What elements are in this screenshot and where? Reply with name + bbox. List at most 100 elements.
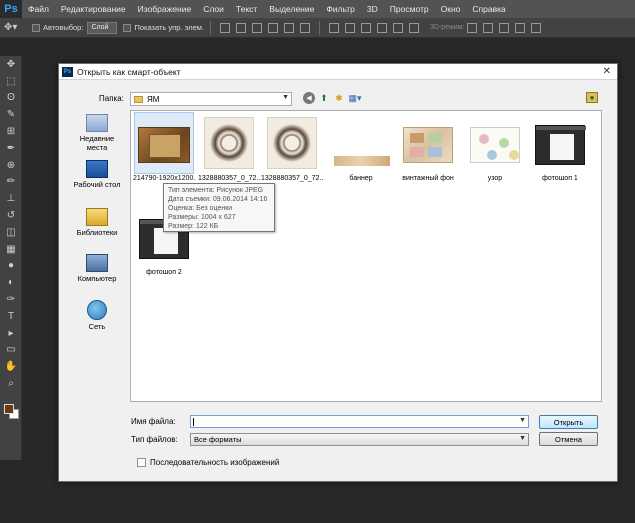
zoom-tool-icon[interactable]: ⌕: [0, 375, 22, 392]
menu-layers[interactable]: Слои: [197, 0, 230, 18]
filename-input[interactable]: ▼: [190, 415, 529, 428]
file-thumbnail: [200, 113, 258, 173]
shape-tool-icon[interactable]: ▭: [0, 342, 22, 359]
crop-tool-icon[interactable]: ⊞: [0, 123, 22, 140]
place-label: Библиотеки: [76, 228, 118, 237]
place-libraries[interactable]: Библиотеки: [67, 208, 127, 237]
place-desktop[interactable]: Рабочий стол: [67, 160, 127, 189]
auto-select-label: Автовыбор:: [43, 23, 84, 32]
place-label: Недавние: [79, 134, 115, 143]
menu-file[interactable]: Файл: [22, 0, 55, 18]
text-caret: [193, 418, 194, 426]
healing-tool-icon[interactable]: ⊕: [0, 157, 22, 174]
distribute-center-icon[interactable]: [393, 22, 404, 33]
type-tool-icon[interactable]: T: [0, 308, 22, 325]
menu-window[interactable]: Окно: [435, 0, 467, 18]
auto-select-checkbox[interactable]: [32, 23, 40, 32]
stamp-tool-icon[interactable]: ⊥: [0, 190, 22, 207]
foreground-color-swatch[interactable]: [4, 404, 14, 414]
3d-roll-icon[interactable]: [483, 22, 494, 33]
brush-tool-icon[interactable]: ✏: [0, 174, 22, 191]
chevron-down-icon[interactable]: ▼: [519, 417, 526, 424]
show-controls-label: Показать упр. элем.: [134, 23, 205, 32]
path-select-tool-icon[interactable]: ▸: [0, 325, 22, 342]
menu-type[interactable]: Текст: [230, 0, 263, 18]
file-name: 214790-1920x1200...: [133, 175, 195, 182]
quick-select-tool-icon[interactable]: ✎: [0, 106, 22, 123]
gradient-tool-icon[interactable]: ▦: [0, 241, 22, 258]
3d-scale-icon[interactable]: [531, 22, 542, 33]
camera-raw-icon[interactable]: ●: [586, 92, 598, 103]
3d-rotate-icon[interactable]: [467, 22, 478, 33]
marquee-tool-icon[interactable]: ⬚: [0, 73, 22, 90]
eyedropper-tool-icon[interactable]: ✒: [0, 140, 22, 157]
folder-icon: [134, 95, 143, 103]
place-label: места: [86, 143, 108, 152]
view-menu-icon[interactable]: ▦▾: [348, 92, 361, 104]
open-smart-object-dialog: Ps Открыть как смарт-объект ✕ Папка: ЯМ …: [58, 63, 618, 482]
align-bottom-icon[interactable]: [252, 22, 263, 33]
align-top-icon[interactable]: [220, 22, 231, 33]
pen-tool-icon[interactable]: ✑: [0, 291, 22, 308]
3d-pan-icon[interactable]: [499, 22, 510, 33]
file-item[interactable]: баннер: [330, 113, 392, 183]
menu-select[interactable]: Выделение: [263, 0, 320, 18]
close-icon[interactable]: ✕: [603, 66, 611, 77]
history-brush-tool-icon[interactable]: ↺: [0, 207, 22, 224]
divider: [210, 20, 212, 35]
place-network[interactable]: Сеть: [67, 300, 127, 331]
align-center-icon[interactable]: [284, 22, 295, 33]
file-item[interactable]: 1328880357_0_72...: [198, 113, 260, 183]
open-button[interactable]: Открыть: [539, 415, 598, 429]
file-list[interactable]: 214790-1920x1200... 1328880357_0_72... 1…: [130, 110, 602, 402]
up-folder-icon[interactable]: ⬆: [318, 92, 330, 104]
place-recent[interactable]: Недавние места: [67, 114, 127, 152]
distribute-middle-icon[interactable]: [345, 22, 356, 33]
new-folder-icon[interactable]: ✱: [333, 92, 345, 104]
tooltip-size: Размер: 122 КБ: [168, 223, 219, 230]
filetype-dropdown[interactable]: Все форматы ▼: [190, 433, 529, 446]
menu-view[interactable]: Просмотр: [384, 0, 435, 18]
move-tool-icon[interactable]: ✥: [0, 56, 22, 73]
file-item[interactable]: винтажный фон: [397, 113, 459, 183]
distribute-top-icon[interactable]: [329, 22, 340, 33]
menu-3d[interactable]: 3D: [361, 0, 384, 18]
file-item[interactable]: 1328880357_0_72...: [261, 113, 323, 183]
tooltip-rating: Оценка: Без оценки: [168, 205, 233, 212]
chevron-down-icon[interactable]: ▼: [282, 94, 289, 101]
dodge-tool-icon[interactable]: ◐: [0, 274, 22, 291]
tooltip-type: Тип элемента: Рисунок JPEG: [168, 187, 264, 194]
back-icon[interactable]: ◀: [303, 92, 315, 104]
distribute-bottom-icon[interactable]: [361, 22, 372, 33]
align-middle-icon[interactable]: [236, 22, 247, 33]
menu-filter[interactable]: Фильтр: [320, 0, 361, 18]
menu-edit[interactable]: Редактирование: [55, 0, 132, 18]
blur-tool-icon[interactable]: ●: [0, 258, 22, 275]
auto-select-dropdown[interactable]: Слой: [87, 21, 118, 34]
hand-tool-icon[interactable]: ✋: [0, 358, 22, 375]
menu-bar: Ps Файл Редактирование Изображение Слои …: [0, 0, 635, 18]
distribute-right-icon[interactable]: [409, 22, 420, 33]
menu-image[interactable]: Изображение: [132, 0, 198, 18]
place-computer[interactable]: Компьютер: [67, 254, 127, 283]
align-left-icon[interactable]: [268, 22, 279, 33]
move-tool-icon[interactable]: ✥▾: [4, 21, 26, 35]
folder-dropdown[interactable]: ЯМ ▼: [130, 92, 292, 106]
cancel-button[interactable]: Отмена: [539, 432, 598, 446]
image-sequence-checkbox[interactable]: [137, 458, 146, 467]
file-name: узор: [487, 175, 503, 182]
eraser-tool-icon[interactable]: ◫: [0, 224, 22, 241]
lasso-tool-icon[interactable]: ʘ: [0, 90, 22, 107]
computer-icon: [86, 254, 108, 272]
file-thumbnail: [134, 112, 194, 174]
file-item[interactable]: узор: [464, 113, 526, 183]
file-item[interactable]: фотошоп 1: [529, 113, 591, 183]
show-controls-checkbox[interactable]: [123, 23, 132, 32]
file-item[interactable]: 214790-1920x1200...: [133, 112, 195, 183]
file-thumbnail: [399, 113, 457, 173]
align-right-icon[interactable]: [300, 22, 311, 33]
chevron-down-icon[interactable]: ▼: [519, 435, 526, 442]
3d-slide-icon[interactable]: [515, 22, 526, 33]
menu-help[interactable]: Справка: [466, 0, 511, 18]
distribute-left-icon[interactable]: [377, 22, 388, 33]
